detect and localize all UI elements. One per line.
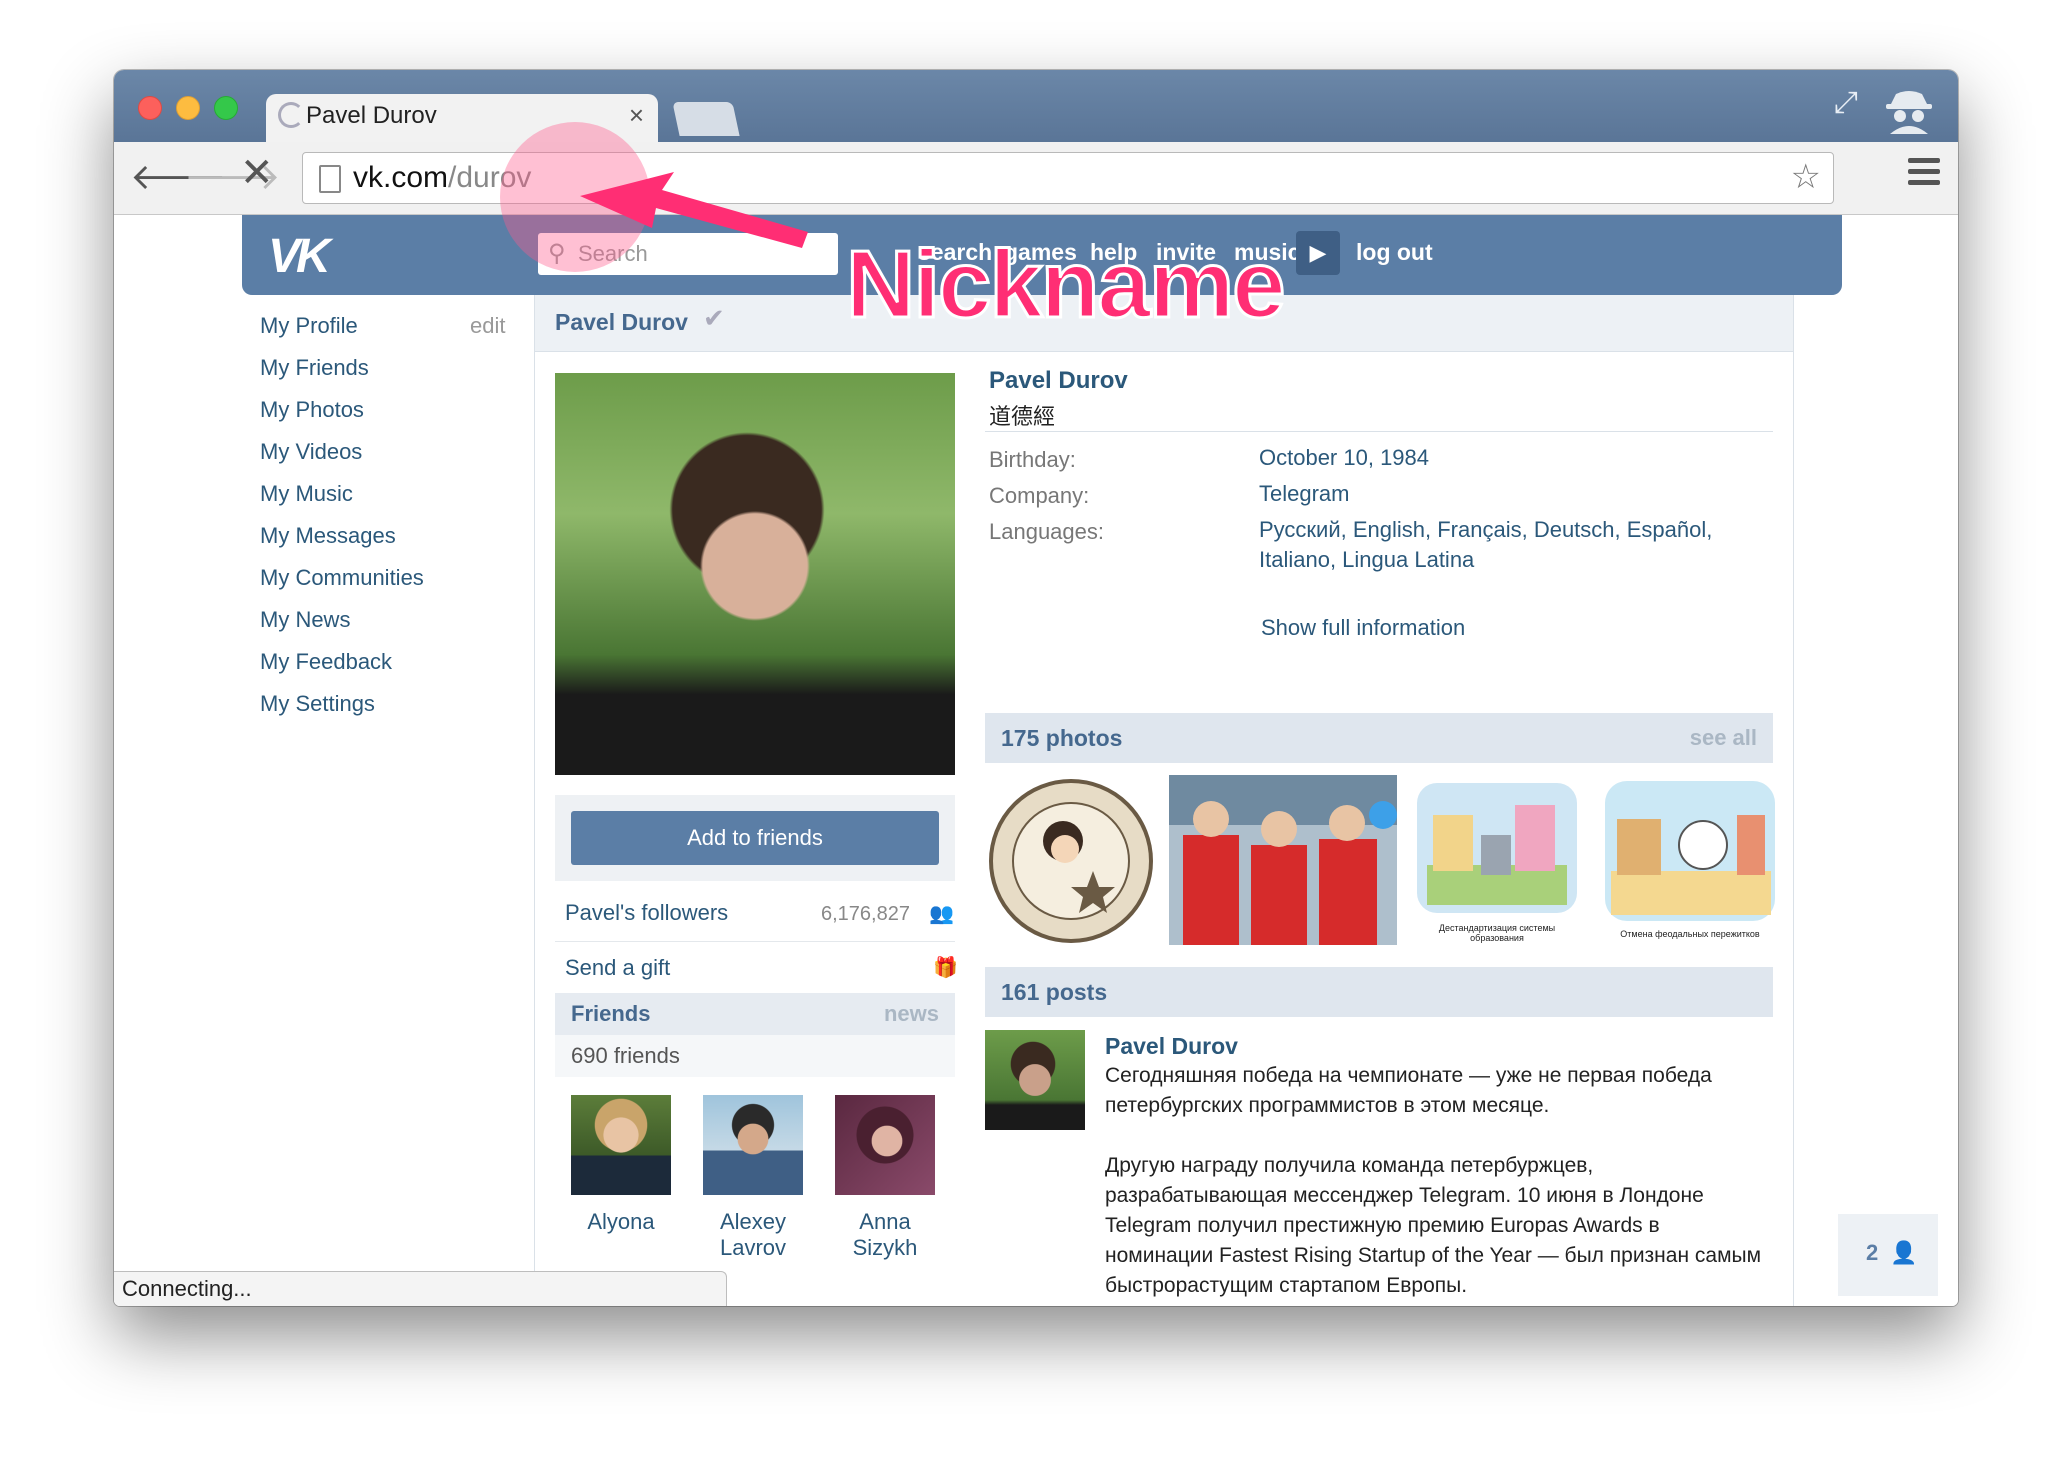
svg-text:Дестандартизация системы: Дестандартизация системы	[1439, 923, 1555, 933]
photo-thumbnail[interactable]	[985, 775, 1157, 945]
add-to-friends-button[interactable]: Add to friends	[571, 811, 939, 865]
languages-label: Languages:	[989, 519, 1104, 544]
menu-my-music[interactable]: My Music	[260, 473, 520, 515]
annotation-arrow-icon	[580, 172, 808, 248]
see-all-link[interactable]: see all	[1690, 725, 1757, 751]
online-friends-button[interactable]: 2 👤	[1838, 1214, 1938, 1296]
menu-my-friends[interactable]: My Friends	[260, 347, 520, 389]
divider	[555, 941, 955, 942]
followers-count: 6,176,827	[821, 903, 910, 925]
status-bar: Connecting...	[114, 1271, 727, 1306]
url-host: vk.com	[353, 161, 449, 194]
birthday-value[interactable]: October 10, 1984	[1259, 443, 1429, 473]
close-window-button[interactable]	[138, 96, 162, 120]
posts-header[interactable]: 161 posts	[985, 967, 1773, 1017]
web-page: VK ⚲ Search search games help invite mus…	[114, 215, 1958, 1306]
post-paragraph: Другую награду получила команда петербур…	[1105, 1154, 1762, 1297]
profile-status: 道德經	[989, 404, 1056, 429]
add-friends-box: Add to friends	[555, 795, 955, 881]
languages-value[interactable]: Русский, English, Français, Deutsch, Esp…	[1259, 515, 1729, 575]
page-title: Pavel Durov	[555, 309, 688, 335]
company-label: Company:	[989, 483, 1090, 508]
online-count: 2	[1866, 1240, 1879, 1265]
minimize-window-button[interactable]	[176, 96, 200, 120]
gift-icon: 🎁	[933, 957, 958, 979]
friends-count: 690 friends	[571, 1043, 680, 1068]
friends-count-bar: 690 friends	[555, 1035, 955, 1077]
new-tab-button[interactable]	[672, 102, 740, 136]
tab-title: Pavel Durov	[306, 102, 437, 129]
send-gift-link[interactable]: Send a gift	[565, 955, 670, 981]
stop-icon[interactable]: ✕	[240, 150, 274, 196]
profile-name[interactable]: Pavel Durov	[989, 367, 1128, 395]
post-author[interactable]: Pavel Durov	[1105, 1033, 1238, 1060]
vk-logo-icon[interactable]: VK	[268, 229, 331, 284]
photo-thumbnail[interactable]: Дестандартизация системы образования	[1407, 775, 1587, 945]
friend-name[interactable]: Alyona	[571, 1209, 671, 1235]
post-text: Сегодняшняя победа на чемпионате — уже н…	[1105, 1061, 1765, 1301]
photos-title: 175 photos	[1001, 725, 1123, 751]
followers-link[interactable]: Pavel's followers	[565, 900, 728, 926]
friends-header[interactable]: Friends news	[555, 993, 955, 1035]
divider	[985, 431, 1773, 432]
friend-first-name: Alyona	[587, 1209, 655, 1234]
post-author-avatar[interactable]	[985, 1030, 1085, 1130]
play-icon[interactable]: ▶	[1296, 231, 1340, 275]
chrome-menu-icon[interactable]	[1908, 158, 1940, 191]
menu-my-photos[interactable]: My Photos	[260, 389, 520, 431]
left-menu: My Profile My Friends My Photos My Video…	[260, 305, 520, 725]
menu-my-news[interactable]: My News	[260, 599, 520, 641]
birthday-label: Birthday:	[989, 447, 1076, 472]
followers-icon: 👥	[929, 903, 954, 925]
photos-header[interactable]: 175 photos see all	[985, 713, 1773, 763]
friends-title: Friends	[571, 1001, 651, 1026]
friend-name[interactable]: Anna Sizykh	[835, 1209, 935, 1261]
person-icon: 👤	[1890, 1240, 1918, 1265]
friend-last-name: Sizykh	[852, 1235, 918, 1260]
friend-name[interactable]: Alexey Lavrov	[703, 1209, 803, 1261]
status-text: Connecting...	[122, 1276, 252, 1301]
friend-first-name: Anna	[859, 1209, 911, 1234]
menu-my-communities[interactable]: My Communities	[260, 557, 520, 599]
friend-avatar[interactable]	[835, 1095, 935, 1195]
friends-news-link[interactable]: news	[884, 1001, 939, 1027]
svg-text:образования: образования	[1470, 933, 1524, 943]
menu-my-videos[interactable]: My Videos	[260, 431, 520, 473]
photo-thumbnail[interactable]: Отмена феодальных пережитков	[1597, 775, 1783, 945]
friend-first-name: Alexey	[719, 1209, 787, 1234]
annotation-label: Nickname	[845, 230, 1288, 340]
friend-last-name: Lavrov	[719, 1235, 787, 1260]
nav-log-out[interactable]: log out	[1356, 239, 1433, 266]
tab-close-icon[interactable]: ×	[629, 100, 644, 131]
title-bar: Pavel Durov × ⤢	[114, 70, 1958, 144]
verified-check-icon: ✔	[703, 303, 725, 333]
edit-profile-link[interactable]: edit	[470, 305, 505, 347]
svg-text:Отмена феодальных пережитков: Отмена феодальных пережитков	[1620, 929, 1760, 939]
company-value[interactable]: Telegram	[1259, 479, 1349, 509]
profile-content: Pavel Durov ✔ Add to friends Pavel's fol…	[534, 295, 1794, 1306]
posts-title: 161 posts	[1001, 979, 1108, 1005]
menu-my-feedback[interactable]: My Feedback	[260, 641, 520, 683]
menu-my-settings[interactable]: My Settings	[260, 683, 520, 725]
page-icon	[319, 165, 341, 193]
zoom-window-button[interactable]	[214, 96, 238, 120]
bookmark-star-icon[interactable]: ☆	[1791, 157, 1821, 197]
incognito-icon	[1886, 91, 1932, 134]
loading-spinner-icon	[278, 102, 304, 128]
post-paragraph: Сегодняшняя победа на чемпионате — уже н…	[1105, 1064, 1712, 1117]
show-full-information-link[interactable]: Show full information	[1261, 613, 1465, 643]
photo-thumbnail[interactable]	[1169, 775, 1397, 945]
browser-toolbar: 🡐 🡒 ✕ vk.com/durov ☆	[114, 142, 1958, 215]
friend-avatar[interactable]	[703, 1095, 803, 1195]
profile-photo[interactable]	[555, 373, 955, 775]
fullscreen-icon[interactable]: ⤢	[1834, 86, 1858, 120]
menu-my-messages[interactable]: My Messages	[260, 515, 520, 557]
friend-avatar[interactable]	[571, 1095, 671, 1195]
